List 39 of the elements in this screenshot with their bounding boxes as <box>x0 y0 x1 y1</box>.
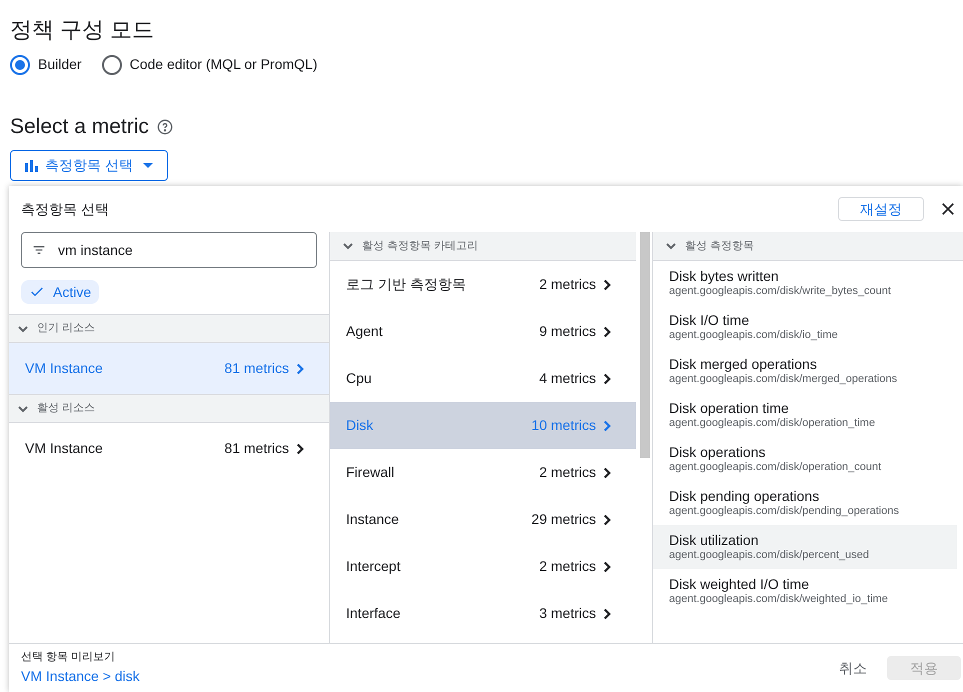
metric-item[interactable]: Disk operations agent.googleapis.com/disk/operation_count <box>653 437 957 481</box>
metric-item[interactable]: Disk operation time agent.googleapis.com/disk/operation_time <box>653 393 957 437</box>
group-header[interactable]: 인기 리소스 <box>9 314 329 343</box>
help-icon[interactable] <box>156 119 173 135</box>
page-title: 정책 구성 모드 <box>10 16 154 44</box>
radio-label: Builder <box>38 55 82 74</box>
cancel-button[interactable]: 취소 <box>829 656 877 680</box>
dropdown-caret-icon <box>142 163 153 168</box>
column-header[interactable]: 활성 측정항목 카테고리 <box>330 232 636 261</box>
active-filter-chip[interactable]: Active <box>21 280 100 304</box>
metric-item[interactable]: Disk bytes written agent.googleapis.com/disk/write_bytes_count <box>653 261 957 305</box>
bar-chart-icon <box>25 160 39 172</box>
preview-link[interactable]: VM Instance > disk <box>21 666 140 687</box>
reset-button[interactable]: 재설정 <box>838 197 924 221</box>
category-item[interactable]: Agent 9 metrics <box>330 308 636 355</box>
category-item[interactable]: 로그 기반 측정항목 2 metrics <box>330 261 636 308</box>
metric-item[interactable]: Disk utilization agent.googleapis.com/disk/percent_used <box>653 525 957 569</box>
preview-label: 선택 항목 미리보기 <box>21 650 116 666</box>
resource-item[interactable]: VM Instance 81 metrics <box>9 343 329 394</box>
metric-item[interactable]: Disk weighted I/O time agent.googleapis.com/disk/weighted_io_time <box>653 569 957 613</box>
metric-item[interactable]: Disk pending operations agent.googleapis.com/disk/pending_operations <box>653 481 957 525</box>
radio-label: Code editor (MQL or PromQL) <box>130 55 318 74</box>
resource-item[interactable]: VM Instance 81 metrics <box>9 423 329 474</box>
radio-button[interactable] <box>10 54 30 74</box>
category-item[interactable]: Instance 29 metrics <box>330 496 636 543</box>
radio-button[interactable] <box>102 54 122 74</box>
category-item[interactable]: Intercept 2 metrics <box>330 543 636 590</box>
column-header[interactable]: 활성 측정항목 <box>653 232 963 261</box>
category-item[interactable]: Firewall 2 metrics <box>330 449 636 496</box>
metric-select-button[interactable]: 측정항목 선택 <box>10 150 168 181</box>
category-item[interactable]: Cpu 4 metrics <box>330 355 636 402</box>
metric-item[interactable]: Disk merged operations agent.googleapis.com/disk/merged_operations <box>653 349 957 393</box>
section-title: Select a metric <box>10 114 149 140</box>
category-item[interactable]: Interface 3 metrics <box>330 590 636 637</box>
panel-title: 측정항목 선택 <box>21 200 110 218</box>
scrollbar[interactable] <box>640 232 650 458</box>
group-header[interactable]: 활성 리소스 <box>9 394 329 423</box>
search-field[interactable]: vm instance <box>21 232 317 268</box>
metric-item[interactable]: Disk I/O time agent.googleapis.com/disk/io_time <box>653 305 957 349</box>
